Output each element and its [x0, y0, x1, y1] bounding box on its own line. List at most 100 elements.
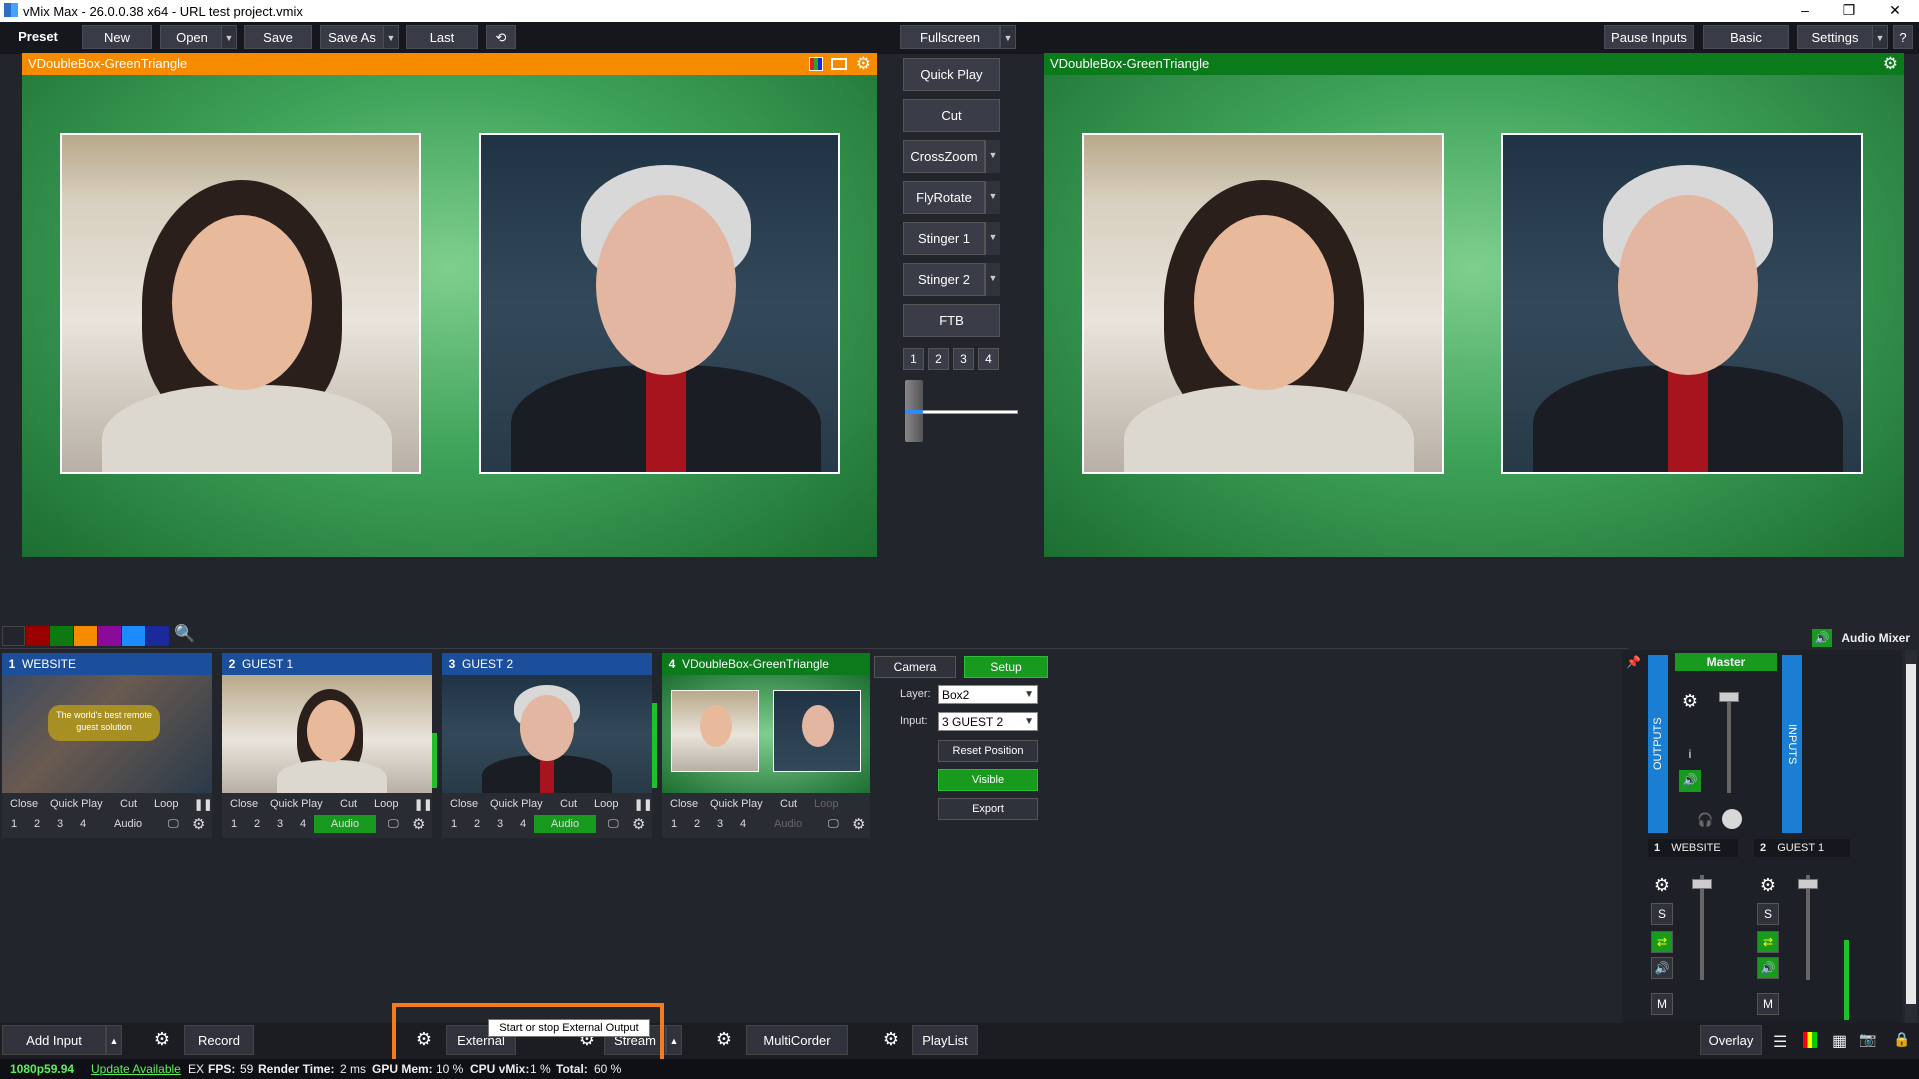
- color-swatch-purple[interactable]: [98, 626, 121, 646]
- route-icon[interactable]: ⇄: [1757, 931, 1779, 953]
- color-swatch-green[interactable]: [50, 626, 73, 646]
- playlist-button[interactable]: PlayList: [912, 1025, 978, 1055]
- cut-button[interactable]: Cut: [340, 798, 357, 810]
- channel-1-fader-knob[interactable]: [1692, 879, 1712, 889]
- layer-select[interactable]: Box2 ▼: [938, 685, 1038, 704]
- visible-button[interactable]: Visible: [938, 769, 1038, 791]
- camera-icon[interactable]: 📷: [1859, 1031, 1876, 1048]
- gear-icon[interactable]: ⚙: [856, 53, 871, 75]
- loop-button[interactable]: Loop: [374, 798, 398, 810]
- monitor-icon[interactable]: 🖵: [388, 818, 399, 831]
- loop-button[interactable]: Loop: [814, 798, 838, 810]
- overlay-4-button[interactable]: 4: [520, 818, 526, 830]
- preset-button[interactable]: Preset: [8, 25, 68, 49]
- overlay-4-button[interactable]: 4: [80, 818, 86, 830]
- close-button[interactable]: Close: [450, 798, 478, 810]
- mixer-scrollbar[interactable]: [1905, 650, 1917, 1025]
- record-button[interactable]: Record: [184, 1025, 254, 1055]
- quick-play-button[interactable]: Quick Play: [50, 798, 103, 810]
- lock-icon[interactable]: 🔒: [1893, 1031, 1910, 1048]
- quick-play-button[interactable]: Quick Play: [710, 798, 763, 810]
- stinger2-button[interactable]: Stinger 2: [903, 263, 985, 296]
- settings-button[interactable]: Settings: [1797, 25, 1873, 49]
- audio-button-active[interactable]: Audio: [314, 815, 376, 833]
- input-card-website[interactable]: 1 WEBSITE The world's best remote guest s…: [2, 653, 212, 838]
- overlay-1-button[interactable]: 1: [231, 818, 237, 830]
- transition-2-button[interactable]: 2: [928, 348, 949, 370]
- stream-dropdown[interactable]: ▲: [666, 1025, 682, 1055]
- gear-icon[interactable]: ⚙: [150, 1029, 174, 1050]
- cut-button[interactable]: Cut: [560, 798, 577, 810]
- overlay-3-button[interactable]: 3: [717, 818, 723, 830]
- color-swatch-lightblue[interactable]: [122, 626, 145, 646]
- gear-icon[interactable]: ⚙: [632, 815, 645, 833]
- settings-dropdown[interactable]: ▼: [1872, 25, 1888, 49]
- outputs-tab[interactable]: OUTPUTS: [1648, 655, 1668, 833]
- color-swatch-orange[interactable]: [74, 626, 97, 646]
- multicorder-button[interactable]: MultiCorder: [746, 1025, 848, 1055]
- search-icon[interactable]: 🔍: [174, 624, 195, 644]
- overlay-2-button[interactable]: 2: [34, 818, 40, 830]
- overlay-2-button[interactable]: 2: [474, 818, 480, 830]
- solo-button[interactable]: S: [1757, 903, 1779, 925]
- setup-tab[interactable]: Setup: [964, 656, 1048, 678]
- input-thumbnail[interactable]: The world's best remote guest solution: [2, 675, 212, 793]
- last-button[interactable]: Last: [406, 25, 478, 49]
- input-thumbnail[interactable]: [222, 675, 432, 793]
- flyrotate-dropdown[interactable]: ▼: [985, 181, 1000, 214]
- save-button[interactable]: Save: [244, 25, 312, 49]
- close-button[interactable]: ✕: [1880, 2, 1910, 19]
- transition-4-button[interactable]: 4: [978, 348, 999, 370]
- monitor-icon[interactable]: 🖵: [608, 818, 619, 831]
- gear-icon[interactable]: ⚙: [1883, 53, 1898, 75]
- pin-icon[interactable]: 📌: [1626, 655, 1641, 669]
- grid-icon[interactable]: ▦: [1832, 1031, 1847, 1051]
- cut-button[interactable]: Cut: [120, 798, 137, 810]
- minimize-button[interactable]: –: [1790, 2, 1820, 18]
- gear-icon[interactable]: ⚙: [1757, 875, 1779, 897]
- export-button[interactable]: Export: [938, 798, 1038, 820]
- stinger2-dropdown[interactable]: ▼: [985, 263, 1000, 296]
- fullscreen-button[interactable]: Fullscreen: [900, 25, 1000, 49]
- gear-icon[interactable]: ⚙: [192, 815, 205, 833]
- flyrotate-button[interactable]: FlyRotate: [903, 181, 985, 214]
- close-button[interactable]: Close: [230, 798, 258, 810]
- new-button[interactable]: New: [82, 25, 152, 49]
- open-dropdown[interactable]: ▼: [221, 25, 237, 49]
- color-swatch-red[interactable]: [26, 626, 49, 646]
- cut-button[interactable]: Cut: [780, 798, 797, 810]
- gear-icon[interactable]: ⚙: [1679, 691, 1701, 713]
- overlay-1-button[interactable]: 1: [11, 818, 17, 830]
- reset-position-button[interactable]: Reset Position: [938, 740, 1038, 762]
- fullscreen-dropdown[interactable]: ▼: [1000, 25, 1016, 49]
- add-input-dropdown[interactable]: ▲: [106, 1025, 122, 1055]
- audio-button-active[interactable]: Audio: [534, 815, 596, 833]
- camera-tab[interactable]: Camera: [874, 656, 956, 678]
- color-swatch-darkblue[interactable]: [146, 626, 169, 646]
- audio-button[interactable]: Audio: [774, 818, 802, 830]
- gear-icon[interactable]: ⚙: [879, 1029, 903, 1050]
- overlay-4-button[interactable]: 4: [300, 818, 306, 830]
- overlay-3-button[interactable]: 3: [497, 818, 503, 830]
- input-thumbnail[interactable]: [442, 675, 652, 793]
- stinger1-dropdown[interactable]: ▼: [985, 222, 1000, 255]
- input-card-guest2[interactable]: 3 GUEST 2 Close Quick Play Cut Loop ❚❚ 1 …: [442, 653, 657, 838]
- gear-icon[interactable]: ⚙: [1651, 875, 1673, 897]
- crosszoom-dropdown[interactable]: ▼: [985, 140, 1000, 173]
- solo-button[interactable]: S: [1651, 903, 1673, 925]
- pause-icon[interactable]: ❚❚: [414, 798, 432, 811]
- mute-button[interactable]: M: [1651, 993, 1673, 1015]
- pause-inputs-button[interactable]: Pause Inputs: [1604, 25, 1694, 49]
- quick-play-button[interactable]: Quick Play: [903, 58, 1000, 91]
- headphones-icon[interactable]: 🎧: [1697, 812, 1713, 828]
- cut-button[interactable]: Cut: [903, 99, 1000, 132]
- save-as-dropdown[interactable]: ▼: [383, 25, 399, 49]
- audio-button[interactable]: Audio: [114, 818, 142, 830]
- crosszoom-button[interactable]: CrossZoom: [903, 140, 985, 173]
- ftb-button[interactable]: FTB: [903, 304, 1000, 337]
- input-select[interactable]: 3 GUEST 2 ▼: [938, 712, 1038, 731]
- info-icon[interactable]: i: [1679, 744, 1701, 766]
- add-input-button[interactable]: Add Input: [2, 1025, 106, 1055]
- monitor-icon[interactable]: 🖵: [168, 818, 179, 831]
- route-icon[interactable]: ⇄: [1651, 931, 1673, 953]
